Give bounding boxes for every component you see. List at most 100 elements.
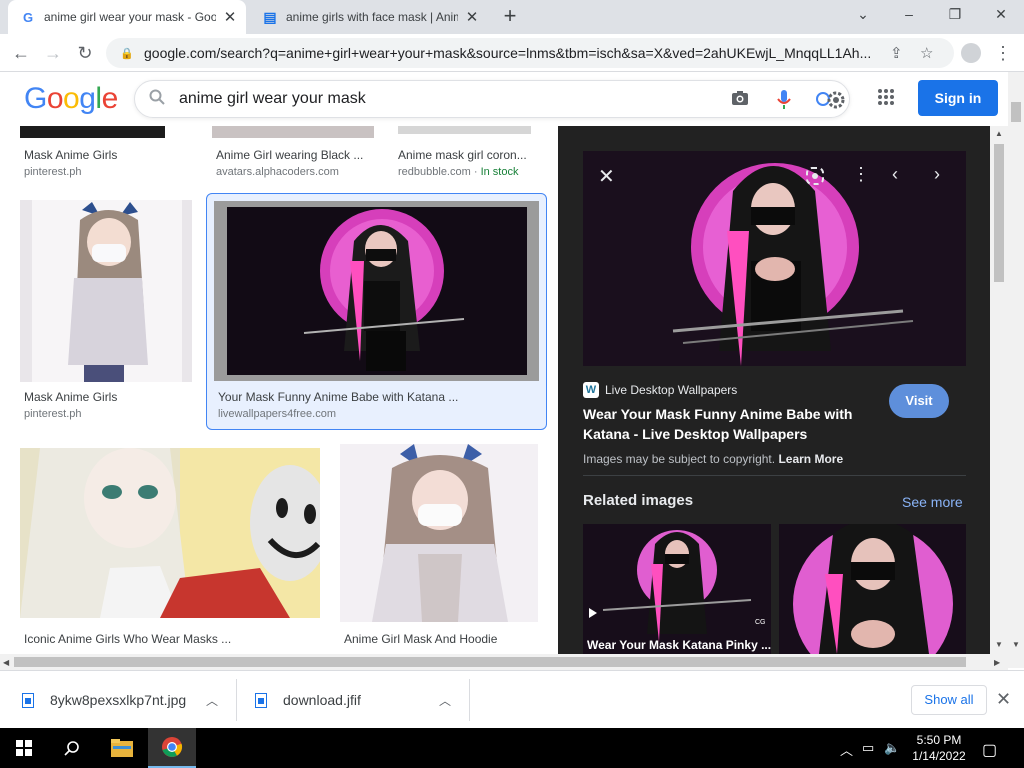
site-name: Live Desktop Wallpapers [605,383,738,397]
menu-kebab-icon[interactable]: ⋮ [990,40,1016,66]
tab-title: anime girls with face mask | Anim [286,10,458,24]
scroll-right-arrow-icon[interactable]: ▶ [994,658,1000,667]
chevron-up-icon[interactable]: ︿ [840,740,853,759]
search-icon[interactable] [48,728,96,768]
tab-google-search[interactable]: G anime girl wear your mask - Goo ✕ [8,0,246,34]
horizontal-scrollbar[interactable]: ◀ ▶ [0,654,1008,670]
close-window-button[interactable]: ✕ [978,0,1024,30]
page-scrollbar[interactable]: ▼ [1008,72,1024,668]
scrollbar-thumb[interactable] [994,144,1004,282]
tab-title: anime girl wear your mask - Goo [44,10,216,24]
close-preview-icon[interactable]: ✕ [598,164,615,189]
google-favicon-icon: G [22,9,34,25]
learn-more-link[interactable]: Learn More [778,452,843,466]
result-image-selected[interactable] [214,201,539,381]
restore-button[interactable]: ❐ [932,0,978,30]
apps-grid-icon[interactable] [874,88,898,112]
scroll-up-arrow-icon[interactable]: ▲ [995,129,1003,138]
chrome-taskbar-icon[interactable] [148,728,196,768]
profile-avatar-icon[interactable] [958,40,984,66]
divider [236,679,237,721]
microphone-icon[interactable] [777,89,791,116]
clock[interactable]: 5:50 PM 1/14/2022 [906,732,972,764]
next-image-icon[interactable]: › [934,164,940,185]
clock-time: 5:50 PM [916,733,962,747]
result-image[interactable] [398,126,531,134]
result-image[interactable] [212,126,374,138]
download-shelf: 8ykw8pexsxlkp7nt.jpg ︿ download.jfif ︿ S… [0,670,1024,728]
tab-strip: G anime girl wear your mask - Goo ✕ ▤ an… [0,0,1024,34]
download-item[interactable]: 8ykw8pexsxlkp7nt.jpg ︿ [22,686,222,714]
share-icon[interactable]: ⇪ [890,44,903,62]
see-more-link[interactable]: See more [902,494,963,510]
back-icon[interactable]: ← [8,40,34,66]
scrollbar-thumb[interactable] [14,657,966,667]
notifications-icon[interactable]: ▢ [982,740,997,760]
preview-image[interactable] [583,151,966,366]
result-caption[interactable]: Iconic Anime Girls Who Wear Masks ... [24,632,304,646]
result-caption[interactable]: Mask Anime Girls [24,148,194,162]
result-caption[interactable]: Your Mask Funny Anime Babe with Katana .… [218,390,478,404]
tab-close-icon[interactable]: ✕ [222,8,238,26]
windows-start-icon[interactable] [0,728,48,768]
result-image[interactable] [20,448,320,618]
result-source-site: redbubble.com [398,166,471,178]
result-image[interactable] [340,444,538,622]
preview-title[interactable]: Wear Your Mask Funny Anime Babe with Kat… [583,404,873,444]
download-item[interactable]: download.jfif ︿ [255,686,455,714]
more-options-icon[interactable]: ⋮ [852,164,870,185]
result-image[interactable] [20,200,192,382]
download-filename: download.jfif [283,692,361,708]
reload-icon[interactable]: ↻ [72,40,98,66]
scroll-down-arrow-icon[interactable]: ▼ [1012,640,1020,649]
scroll-left-arrow-icon[interactable]: ◀ [3,658,9,667]
result-caption[interactable]: Anime Girl Mask And Hoodie [344,632,544,646]
file-explorer-icon[interactable] [98,728,146,768]
tab-search-icon[interactable]: ⌄ [840,0,886,30]
result-caption[interactable]: Anime mask girl coron... [398,148,538,162]
minimize-button[interactable]: – [886,0,932,30]
preview-site[interactable]: W Live Desktop Wallpapers [583,382,737,398]
show-all-button[interactable]: Show all [911,685,987,715]
chevron-up-icon[interactable]: ︿ [206,692,218,709]
bookmark-star-icon[interactable]: ☆ [920,44,933,62]
windows-taskbar: ︿ ▭ 🔈 5:50 PM 1/14/2022 ▢ [0,728,1024,768]
address-bar[interactable]: 🔒 google.com/search?q=anime+girl+wear+yo… [106,38,954,68]
scrollbar-thumb[interactable] [1011,102,1021,122]
result-caption[interactable]: Anime Girl wearing Black ... [216,148,376,162]
search-icon [149,89,165,110]
result-caption[interactable]: Mask Anime Girls [24,390,194,404]
image-file-icon [255,692,267,708]
lens-settings-icon[interactable] [815,89,847,116]
related-image[interactable]: CG [583,524,771,654]
search-box[interactable]: anime girl wear your mask [134,80,850,118]
scroll-down-arrow-icon[interactable]: ▼ [995,640,1003,649]
tab-anime-masks[interactable]: ▤ anime girls with face mask | Anim ✕ [250,0,488,34]
result-image[interactable] [20,126,165,138]
related-images-heading: Related images [583,492,694,509]
related-image[interactable] [779,524,966,654]
network-icon[interactable]: ▭ [862,740,874,756]
forward-icon[interactable]: → [40,40,66,66]
chevron-up-icon[interactable]: ︿ [439,692,451,709]
related-image-caption[interactable]: Wear Your Mask Katana Pinky ... [587,638,771,652]
visit-button[interactable]: Visit [889,384,949,418]
google-logo[interactable]: Google [24,82,118,116]
panel-scrollbar[interactable]: ▲ ▼ [990,126,1008,654]
lock-icon: 🔒 [120,47,134,60]
search-input[interactable]: anime girl wear your mask [179,90,366,108]
close-shelf-icon[interactable]: ✕ [996,689,1011,710]
speaker-muted-icon[interactable]: 🔈 [884,740,900,756]
sign-in-button[interactable]: Sign in [918,80,998,116]
new-tab-button[interactable]: + [498,4,522,28]
download-filename: 8ykw8pexsxlkp7nt.jpg [50,692,187,708]
result-source: pinterest.ph [24,408,82,420]
browser-toolbar: ← → ↻ 🔒 google.com/search?q=anime+girl+w… [0,34,1024,72]
svg-text:CG: CG [755,619,766,626]
tab-close-icon[interactable]: ✕ [464,8,480,26]
camera-icon[interactable] [731,90,749,111]
result-source: redbubble.com · In stock [398,166,519,178]
page-favicon-icon: ▤ [263,8,277,25]
google-lens-icon[interactable] [805,166,825,191]
previous-image-icon[interactable]: ‹ [892,164,898,185]
